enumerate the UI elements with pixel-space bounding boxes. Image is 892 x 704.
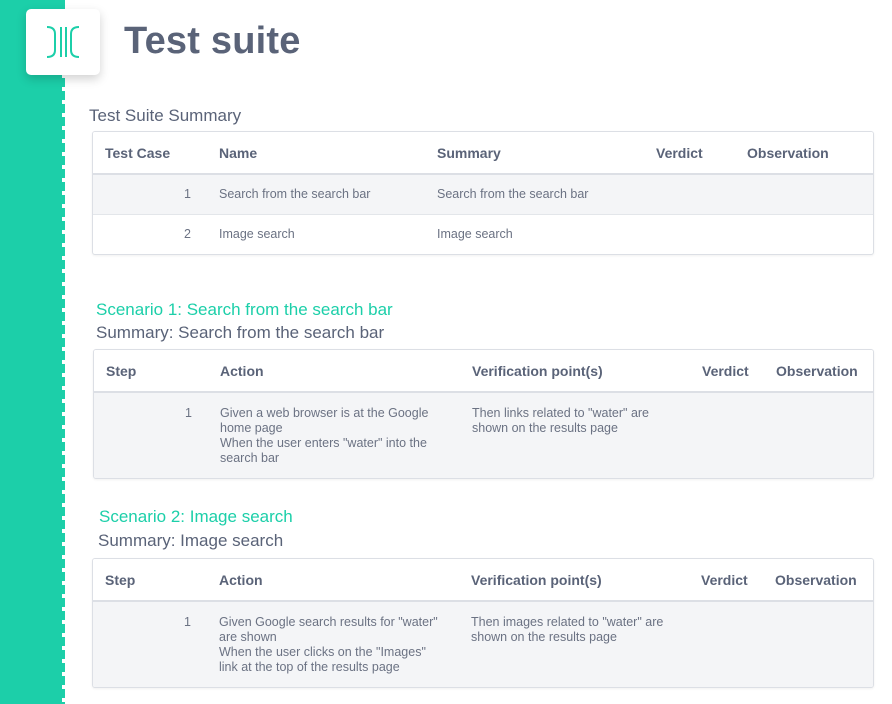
logo-icon: [46, 26, 80, 58]
scenario-2-title: Scenario 2: Image search: [99, 507, 293, 526]
summary-header-row: Test Case Name Summary Verdict Observati…: [93, 132, 873, 175]
name-cell: Search from the search bar: [207, 174, 425, 214]
col-action: Action: [207, 559, 459, 602]
steps-header-row: Step Action Verification point(s) Verdic…: [94, 350, 873, 393]
table-row: 1 Search from the search bar Search from…: [93, 174, 873, 214]
col-action: Action: [208, 350, 460, 393]
scenario-1-steps-table: Step Action Verification point(s) Verdic…: [93, 349, 874, 479]
summary-cell: Search from the search bar: [425, 174, 644, 214]
step-cell: 1: [93, 601, 207, 687]
col-step: Step: [93, 559, 207, 602]
col-verdict: Verdict: [644, 132, 735, 175]
test-case-cell: 2: [93, 213, 207, 254]
action-cell: Given Google search results for "water" …: [207, 601, 459, 687]
verdict-cell: [689, 601, 763, 687]
observation-cell: [735, 213, 873, 254]
summary-table: Test Case Name Summary Verdict Observati…: [92, 131, 874, 255]
verdict-cell: [644, 174, 735, 214]
col-observation: Observation: [735, 132, 873, 175]
summary-heading: Test Suite Summary: [89, 106, 242, 125]
app-logo: [26, 9, 100, 75]
scenario-1-title: Scenario 1: Search from the search bar: [96, 300, 393, 319]
observation-cell: [764, 392, 873, 478]
summary-cell: Image search: [425, 213, 644, 254]
sidebar-dashed-border: [62, 0, 65, 704]
step-cell: 1: [94, 392, 208, 478]
col-verdict: Verdict: [689, 559, 763, 602]
col-step: Step: [94, 350, 208, 393]
col-verification: Verification point(s): [459, 559, 689, 602]
scenario-2-steps-table: Step Action Verification point(s) Verdic…: [92, 558, 874, 688]
scenario-1-summary: Summary: Search from the search bar: [96, 323, 385, 342]
col-test-case: Test Case: [93, 132, 207, 175]
col-verdict: Verdict: [690, 350, 764, 393]
verdict-cell: [690, 392, 764, 478]
table-row: 1 Given Google search results for "water…: [93, 601, 873, 687]
verdict-cell: [644, 213, 735, 254]
observation-cell: [763, 601, 873, 687]
col-name: Name: [207, 132, 425, 175]
table-row: 1 Given a web browser is at the Google h…: [94, 392, 873, 478]
action-cell: Given a web browser is at the Google hom…: [208, 392, 460, 478]
verification-cell: Then images related to "water" are shown…: [459, 601, 689, 687]
table-row: 2 Image search Image search: [93, 213, 873, 254]
scenario-2-summary: Summary: Image search: [98, 531, 284, 550]
col-observation: Observation: [763, 559, 873, 602]
observation-cell: [735, 174, 873, 214]
col-summary: Summary: [425, 132, 644, 175]
name-cell: Image search: [207, 213, 425, 254]
page-title: Test suite: [124, 20, 301, 62]
col-observation: Observation: [764, 350, 873, 393]
test-case-cell: 1: [93, 174, 207, 214]
col-verification: Verification point(s): [460, 350, 690, 393]
steps-header-row: Step Action Verification point(s) Verdic…: [93, 559, 873, 602]
sidebar-strip: [0, 0, 62, 704]
verification-cell: Then links related to "water" are shown …: [460, 392, 690, 478]
